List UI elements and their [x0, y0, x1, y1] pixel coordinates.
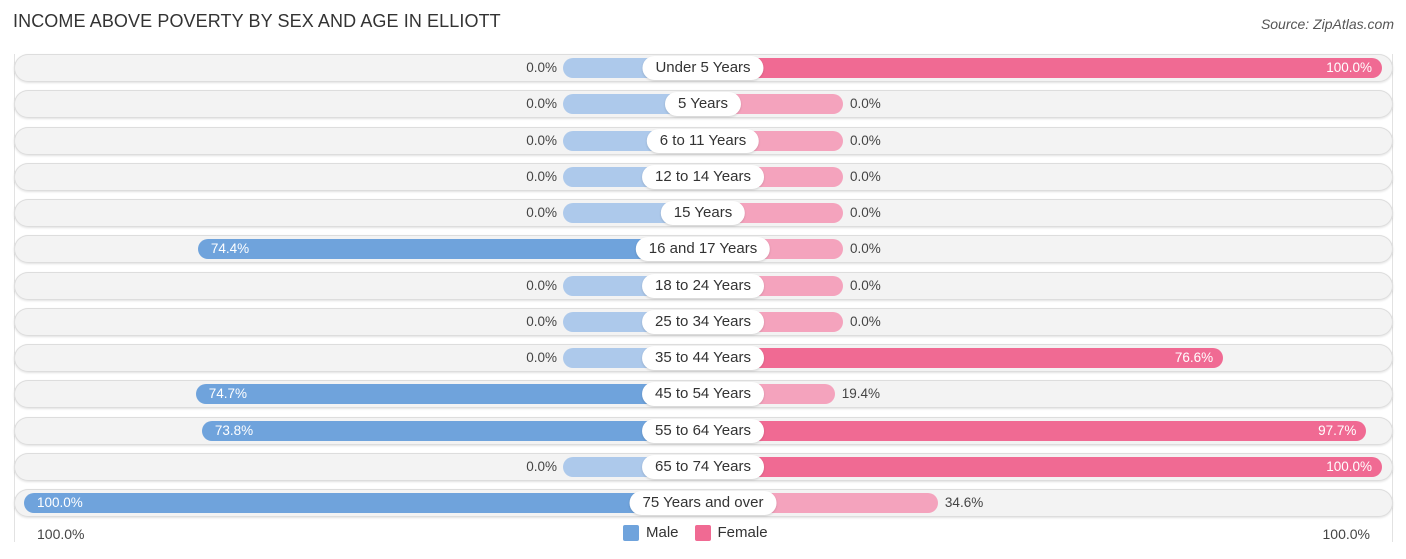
value-label-female: 0.0% [850, 132, 881, 148]
value-label-female: 0.0% [850, 96, 881, 112]
legend-swatch-female [694, 524, 711, 541]
legend: Male Female [623, 524, 784, 541]
value-label-female: 97.7% [1318, 422, 1357, 438]
legend-swatch-male [623, 524, 639, 541]
bar-male [24, 493, 723, 513]
bar-female [683, 420, 1367, 441]
category-label: 45 to 54 Years [642, 382, 764, 407]
bar-female [683, 58, 1382, 78]
value-label-male: 74.4% [210, 241, 250, 257]
value-label-male: 74.7% [208, 386, 248, 402]
value-label-female: 0.0% [850, 241, 881, 257]
value-label-female: 0.0% [850, 205, 881, 220]
bar-female [683, 456, 1382, 477]
diverging-bar-chart: 0.0% 100.0% Under 5 Years 0.0% 0.0% 5 Years 0.… [0, 0, 1406, 559]
axis-label-right: 100.0% [1322, 526, 1370, 542]
legend-item-male: Male [623, 524, 679, 541]
value-label-male: 0.0% [526, 458, 557, 474]
value-label-male: 0.0% [526, 168, 557, 184]
category-label: 6 to 11 Years [646, 128, 760, 153]
value-label-male: 0.0% [526, 96, 557, 112]
category-label: 65 to 74 Years [642, 454, 764, 479]
category-label: 55 to 64 Years [642, 418, 764, 443]
category-label: 75 Years and over [629, 491, 777, 515]
value-label-female: 0.0% [850, 277, 881, 293]
value-label-female: 0.0% [850, 168, 881, 184]
value-label-male: 73.8% [214, 422, 254, 438]
category-label: 18 to 24 Years [642, 273, 764, 298]
value-label-female: 19.4% [841, 386, 880, 402]
value-label-female: 100.0% [1326, 458, 1372, 474]
legend-label-male: Male [646, 524, 679, 541]
category-label: Under 5 Years [642, 56, 764, 80]
value-label-male: 0.0% [526, 277, 557, 293]
category-label: 12 to 14 Years [642, 164, 764, 189]
legend-label-female: Female [717, 524, 768, 541]
category-label: 35 to 44 Years [642, 346, 764, 370]
value-label-male: 0.0% [526, 60, 557, 75]
value-label-female: 34.6% [944, 495, 984, 510]
category-label: 5 Years [664, 92, 742, 117]
bar-female [683, 348, 1224, 368]
category-label: 15 Years [660, 201, 746, 225]
value-label-female: 100.0% [1326, 60, 1372, 75]
value-label-male: 100.0% [37, 495, 83, 510]
value-label-male: 0.0% [526, 205, 557, 220]
category-label: 25 to 34 Years [642, 309, 764, 334]
axis-label-left: 100.0% [37, 526, 85, 542]
value-label-male: 0.0% [526, 313, 557, 329]
category-label: 16 and 17 Years [635, 237, 771, 262]
legend-item-female: Female [694, 524, 768, 541]
value-label-female: 76.6% [1174, 350, 1214, 365]
value-label-male: 0.0% [526, 132, 557, 148]
value-label-male: 0.0% [526, 350, 557, 365]
value-label-female: 0.0% [850, 313, 881, 329]
